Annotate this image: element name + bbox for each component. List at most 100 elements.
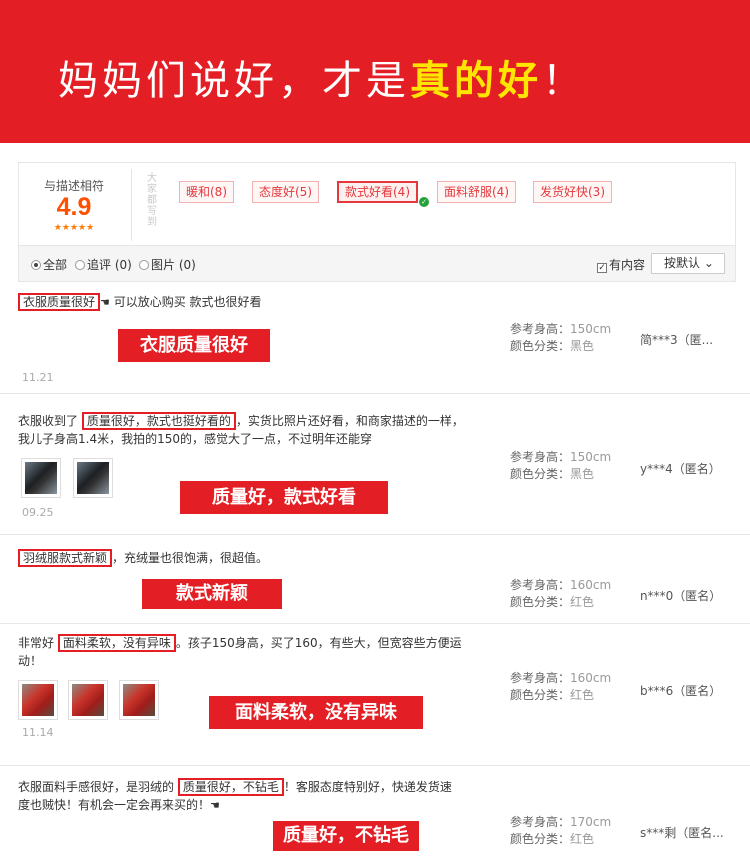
review-item: 衣服质量很好 ☚ 可以放心购买 款式也很好看 衣服质量很好 参考身高：150cm … (0, 283, 750, 394)
reviewer-name: n***0（匿名） (640, 589, 722, 603)
height-value: 170cm (570, 815, 612, 829)
tag-comfortable-fabric[interactable]: 面料舒服(4) (437, 181, 516, 203)
review-text: 衣服收到了 质量很好，款式也挺好看的 ，实货比照片还好看，和商家描述的一样， 我儿… (18, 412, 464, 448)
review-text-rest: ，充绒量也很饱满，很超值。 (112, 551, 269, 565)
height-label: 参考身高： (510, 671, 571, 685)
review-text: 衣服面料手感很好，是羽绒的 质量很好，不钻毛 ！客服态度特别好，快递发货速 度也贼… (18, 778, 452, 815)
height-value: 150cm (570, 322, 612, 336)
reviewer-name: y***4（匿名） (640, 462, 721, 476)
height-label: 参考身高： (510, 815, 571, 829)
color-label: 颜色分类： (510, 339, 571, 353)
check-icon: ✓ (419, 197, 429, 207)
review-photo[interactable] (119, 680, 159, 720)
review-photo[interactable] (73, 458, 113, 498)
banner-slogan: 妈妈们说好，才是真的好！ (58, 48, 586, 106)
hand-pointer-icon: ☚ (210, 799, 220, 812)
review-text-pre: 非常好 (18, 636, 58, 650)
color-label: 颜色分类： (510, 688, 571, 702)
review-meta: 参考身高：150cm 颜色分类：黑色 (510, 321, 611, 355)
tag-good-attitude[interactable]: 态度好(5) (252, 181, 319, 203)
review-item: 衣服面料手感很好，是羽绒的 质量很好，不钻毛 ！客服态度特别好，快递发货速 度也贼… (0, 766, 750, 858)
highlight-callout: 质量好，不钻毛 (273, 821, 419, 851)
review-meta: 参考身高：170cm 颜色分类：红色 (510, 814, 611, 848)
height-label: 参考身高： (510, 578, 571, 592)
review-text-rest: 。孩子150身高，买了160，有些大，但宽容些方便运 (175, 636, 462, 650)
review-highlight: 面料柔软，没有异味 (57, 634, 176, 652)
filter-has-content[interactable]: ✓ 有内容 (597, 256, 645, 273)
height-value: 150cm (570, 450, 612, 464)
filter-followup-label: 追评 (0) (87, 258, 132, 272)
review-text-pre: 衣服收到了 (18, 414, 82, 428)
review-text-rest: 可以放心购买 款式也很好看 (109, 295, 262, 309)
review-text-pre: 衣服面料手感很好，是羽绒的 (18, 780, 178, 794)
review-highlight: 质量很好，不钻毛 (177, 778, 284, 796)
hand-pointer-icon: ☚ (100, 296, 110, 309)
sort-label: 按默认 (664, 256, 701, 270)
review-photo[interactable] (18, 680, 58, 720)
review-item: 衣服收到了 质量很好，款式也挺好看的 ，实货比照片还好看，和商家描述的一样， 我儿… (0, 394, 750, 535)
filter-pictures-label: 图片 (0) (151, 258, 196, 272)
color-value: 黑色 (570, 339, 595, 353)
highlight-callout: 衣服质量很好 (118, 329, 270, 362)
review-date: 11.21 (22, 371, 54, 384)
sort-dropdown[interactable]: 按默认 ⌄ (651, 253, 725, 274)
review-filter-bar: 全部 追评 (0) 图片 (0) ✓ 有内容 按默认 ⌄ (19, 245, 735, 281)
rating-stars: ★★★★★ (53, 223, 95, 233)
review-item: 非常好 面料柔软，没有异味 。孩子150身高，买了160，有些大，但宽容些方便运 … (0, 624, 750, 766)
height-value: 160cm (570, 578, 612, 592)
rating-label: 与描述相符 (43, 179, 104, 193)
review-photo[interactable] (68, 680, 108, 720)
highlight-callout: 质量好，款式好看 (180, 481, 388, 514)
filter-all[interactable]: 全部 (31, 256, 67, 273)
highlight-callout: 款式新颖 (142, 579, 282, 609)
banner-text-end: ！ (542, 58, 586, 104)
color-label: 颜色分类： (510, 595, 571, 609)
tag-fast-shipping[interactable]: 发货好快(3) (533, 181, 612, 203)
review-text-rest: ！客服态度特别好，快递发货速 (283, 780, 452, 794)
color-value: 红色 (570, 595, 595, 609)
review-summary-panel: 与描述相符 4.9 ★★★★★ 大家都写到 暖和(8) 态度好(5) 款式好看(… (18, 162, 736, 282)
reviewer-name: 简***3（匿... (640, 333, 714, 347)
review-text-line2: 动！ (18, 654, 43, 668)
tag-nice-style[interactable]: 款式好看(4) (337, 181, 418, 203)
banner-text-main: 妈妈们说好，才是 (58, 58, 410, 104)
review-text: 衣服质量很好 ☚ 可以放心购买 款式也很好看 (18, 293, 262, 312)
filter-all-label: 全部 (43, 258, 68, 272)
height-value: 160cm (570, 671, 612, 685)
rating-box: 与描述相符 4.9 ★★★★★ (19, 163, 129, 243)
chevron-down-icon: ⌄ (703, 256, 714, 270)
banner-text-highlight: 真的好 (410, 58, 542, 104)
radio-icon (31, 260, 41, 270)
checkbox-icon: ✓ (597, 263, 607, 273)
color-label: 颜色分类： (510, 467, 571, 481)
highlight-callout: 面料柔软，没有异味 (209, 696, 423, 729)
reviewer-name: b***6（匿名） (640, 684, 722, 698)
review-date: 11.14 (22, 726, 54, 739)
review-text: 非常好 面料柔软，没有异味 。孩子150身高，买了160，有些大，但宽容些方便运 … (18, 634, 462, 670)
radio-icon (139, 260, 149, 270)
filter-has-content-label: 有内容 (609, 258, 646, 272)
color-value: 黑色 (570, 467, 595, 481)
review-text-line2: 度也贼快！有机会一定会再来买的！ (18, 798, 211, 812)
filter-pictures[interactable]: 图片 (0) (139, 256, 196, 273)
review-meta: 参考身高：150cm 颜色分类：黑色 (510, 449, 611, 483)
tag-warm[interactable]: 暖和(8) (179, 181, 234, 203)
review-date: 09.25 (22, 506, 54, 519)
filter-followup[interactable]: 追评 (0) (75, 256, 132, 273)
review-highlight: 衣服质量很好 (18, 293, 101, 311)
review-highlight: 羽绒服款式新颖 (18, 549, 113, 567)
review-text: 羽绒服款式新颖 ，充绒量也很饱满，很超值。 (18, 549, 268, 567)
tags-side-label: 大家都写到 (147, 173, 157, 228)
review-photo[interactable] (21, 458, 61, 498)
rating-score: 4.9 (56, 193, 92, 221)
reviewer-name: s***剩（匿名... (640, 826, 724, 840)
divider (131, 169, 132, 241)
review-item: 羽绒服款式新颖 ，充绒量也很饱满，很超值。 款式新颖 参考身高：160cm 颜色分… (0, 535, 750, 624)
review-screenshot: { "banner": { "text_main": "妈妈们说好，才是", "… (0, 0, 750, 858)
review-text-rest: ，实货比照片还好看，和商家描述的一样， (235, 414, 464, 428)
review-highlight: 质量很好，款式也挺好看的 (81, 412, 236, 430)
color-label: 颜色分类： (510, 832, 571, 846)
review-meta: 参考身高：160cm 颜色分类：红色 (510, 577, 611, 611)
promo-banner: 妈妈们说好，才是真的好！ (0, 0, 750, 143)
height-label: 参考身高： (510, 322, 571, 336)
